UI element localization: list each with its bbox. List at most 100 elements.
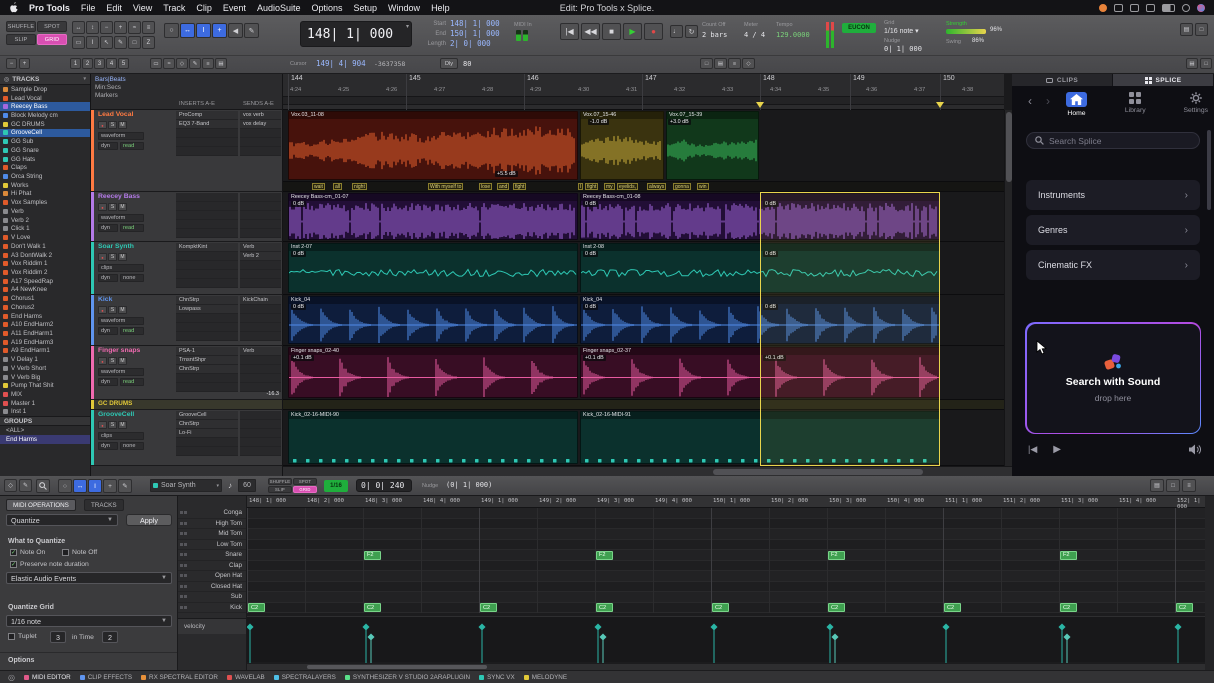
solo-button[interactable]: S [108,306,117,314]
midi-edit-mode-grid[interactable]: GRID [293,486,317,493]
sidebar-track-gg-hats[interactable]: GG Hats [0,155,90,164]
automation-state[interactable]: read [120,327,144,335]
send-slot-empty[interactable] [240,332,281,341]
scrollbar-thumb[interactable] [1207,130,1211,210]
solo-button[interactable]: S [108,253,117,261]
screen-mirroring-icon[interactable] [1114,4,1123,12]
play-button[interactable]: ▶ [623,23,642,40]
insert-slot[interactable]: Lo-Fi [176,429,238,438]
sidebar-track-end-harms[interactable]: End Harms [0,312,90,321]
siri-icon[interactable] [1197,4,1205,12]
clip-kick-02-16-midi-90[interactable]: Kick_02-16-MIDI-90 [288,411,578,464]
eucon-badge[interactable]: EUCON [842,23,876,33]
midi-note-kick[interactable]: C2 [1176,603,1193,612]
clip-gain-label[interactable]: 0 dB [291,201,306,207]
splice-search-input[interactable]: Search Splice [1026,132,1200,149]
edit-mode-slip[interactable]: SLIP [6,34,36,45]
automation-mode[interactable]: dyn [98,224,118,232]
zoom-tool-icon[interactable]: − [100,21,113,34]
forward-icon[interactable]: › [1046,96,1050,106]
midi-ruler[interactable]: 148| 1| 000148| 2| 000148| 3| 000148| 4|… [247,496,1205,508]
automation-mode[interactable]: dyn [98,327,118,335]
velocity-lane[interactable] [247,616,1205,662]
send-slot-empty[interactable] [240,193,281,202]
tuplet-checkbox[interactable]: Tuplet [8,633,37,640]
insert-slot-empty[interactable] [176,193,238,202]
sidebar-track-vox-samples[interactable]: Vox Samples [0,198,90,207]
midi-edit-mode-slip[interactable]: SLIP [268,486,292,493]
sidebar-track-vox-riddim-1[interactable]: Vox Riddim 1 [0,259,90,268]
back-icon[interactable]: ‹ [1028,96,1032,106]
sidebar-track-master-1[interactable]: Master 1 [0,399,90,408]
menu-event[interactable]: Event [223,3,246,13]
send-slot-empty[interactable] [240,261,281,270]
sidebar-track-don-t-walk-1[interactable]: Don't Walk 1 [0,242,90,251]
edit-tool-icon[interactable]: I [86,36,99,49]
lane-lyrics[interactable]: waitallnightWith myself toloseandfightIf… [283,182,1004,192]
tuplet-denominator-field[interactable]: 2 [102,631,118,643]
menu-track[interactable]: Track [163,3,185,13]
zoom-tool-icon[interactable] [36,479,50,493]
chevron-down-icon[interactable]: ▾ [83,76,86,82]
record-enable-button[interactable]: ● [98,253,107,261]
send-slot-empty[interactable] [240,411,281,420]
ruler-row-min-secs[interactable]: Min:Secs [95,84,121,91]
scrollbar-thumb[interactable] [713,469,923,475]
sidebar-track-gc-drums[interactable]: GC DRUMS [0,120,90,129]
clip-finger-snaps-02-40[interactable]: Finger snaps_02-40 [288,347,578,398]
track-header-finger-snaps[interactable]: Finger snaps●SMwaveformdynreadPSA-1Trnsn… [91,346,282,400]
mute-button[interactable]: M [118,253,127,261]
splice-nav-home[interactable]: Home [1066,92,1087,117]
automation-state[interactable]: read [120,142,144,150]
send-slot-empty[interactable] [240,323,281,332]
insert-slot-empty[interactable] [176,383,238,392]
bottom-tab-wavelab[interactable]: WAVELAB [227,674,265,681]
sidebar-track-gg-snare[interactable]: GG Snare [0,146,90,155]
automation-state[interactable]: read [120,224,144,232]
sidebar-track-claps[interactable]: Claps [0,163,90,172]
category-card-genres[interactable]: Genres› [1026,215,1200,245]
insert-slot-empty[interactable] [176,220,238,229]
send-slot-empty[interactable] [240,374,281,383]
midi-note-snare[interactable]: F2 [1060,551,1077,560]
send-slot[interactable]: vox delay [240,120,281,129]
swing-value[interactable]: 86% [972,38,984,44]
insert-slot-empty[interactable] [176,138,238,147]
pencil-tool[interactable]: ✎ [244,23,259,38]
drum-row-low-tom[interactable]: Low Tom [178,540,246,551]
send-slot-empty[interactable] [240,447,281,456]
sidebar-track-a3-dontwalk-2[interactable]: A3 DontWalk 2 [0,251,90,260]
menu-file[interactable]: File [81,3,96,13]
lyric-marker[interactable]: and [497,183,509,190]
count_off-value[interactable]: 2 bars [702,31,727,39]
group-item-all[interactable]: <ALL> [0,426,90,435]
track-header-kick[interactable]: Kick●SMwaveformdynreadChnStrpLowpassKick… [91,295,282,346]
automation-mode[interactable]: dyn [98,274,118,282]
zoom-tool-icon[interactable]: ≡ [142,21,155,34]
edit-tool-icon[interactable]: ✎ [114,36,127,49]
tempo-value[interactable]: 129.0000 [776,31,810,39]
solo-button[interactable]: S [108,357,117,365]
mute-button[interactable]: M [118,121,127,129]
previous-icon[interactable]: |◀ [1028,444,1037,455]
track-view-selector[interactable]: clips [98,432,144,440]
send-slot[interactable]: vox verb [240,111,281,120]
record-enable-button[interactable]: ● [98,121,107,129]
sidebar-track-groovecell[interactable]: GrooveCell [0,129,90,138]
sidebar-track-reecey-bass[interactable]: Reecey Bass [0,102,90,111]
insert-slot[interactable]: EQ3 7-Band [176,120,238,129]
drum-row-open-hat[interactable]: Open Hat [178,571,246,582]
lyric-marker[interactable]: I [578,183,583,190]
insert-slot-empty[interactable] [176,438,238,447]
automation-mode[interactable]: dyn [98,142,118,150]
insert-slot[interactable]: ChnStrp [176,420,238,429]
send-slot-empty[interactable] [240,211,281,220]
counter-dropdown-icon[interactable]: ▾ [406,23,409,30]
menu-window[interactable]: Window [388,3,420,13]
clip-inst-2-07[interactable]: Inst 2-07 [288,243,578,293]
insert-slot-empty[interactable] [176,279,238,288]
midi-note-kick[interactable]: C2 [944,603,961,612]
send-slot-empty[interactable] [240,314,281,323]
lyric-marker[interactable]: With myself to [428,183,463,190]
control-center-icon[interactable] [1182,4,1190,12]
